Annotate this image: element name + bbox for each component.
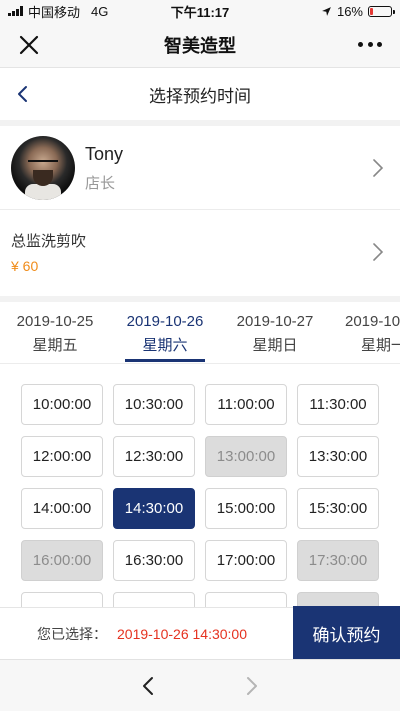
page-title: 选择预约时间 [149,86,251,106]
status-left: 中国移动 4G [8,2,158,21]
battery-level [370,7,374,15]
time-slot-disabled: 13:00:00 [205,436,287,477]
time-slot[interactable]: 15:30:00 [297,488,379,529]
time-slot[interactable]: 18:00:00 [21,592,103,607]
time-slot[interactable]: 17:00:00 [205,540,287,581]
avatar [11,136,75,200]
time-slot[interactable]: 16:30:00 [113,540,195,581]
time-slot[interactable]: 10:30:00 [113,384,195,425]
date-tab-active[interactable]: 2019-10-26 星期六 [115,302,215,363]
stylist-row[interactable]: Tony 店长 [0,126,400,210]
network-label: 4G [91,3,109,19]
date-tabs: 2019-10-25 星期五 2019-10-26 星期六 2019-10-27… [0,302,400,364]
chevron-left-icon[interactable] [12,82,34,106]
status-right: 16% [242,3,395,19]
location-arrow-icon [322,6,331,16]
back-arrow-icon[interactable] [138,674,158,698]
date-tab[interactable]: 2019-10-27 星期日 [225,302,325,363]
service-row[interactable] [0,210,400,296]
selection-label: 您已选择： [37,625,107,642]
time-slot[interactable]: 12:30:00 [113,436,195,477]
date-tab-weekday: 星期五 [32,337,78,354]
time-slot-disabled: 17:30:00 [297,540,379,581]
time-slot-selected[interactable]: 14:30:00 [113,488,195,529]
title-bar: 智美造型 [0,22,400,68]
date-tab-weekday: 星期一 [361,337,400,354]
confirm-booking-button[interactable]: 确认预约 [293,606,400,660]
more-icon[interactable] [358,32,382,56]
battery-percent: 16% [336,3,363,19]
date-tab-date: 2019-10-25 [16,313,94,330]
stylist-role: 店长 [85,175,116,192]
sub-header: 选择预约时间 [0,68,400,120]
time-slot[interactable]: 11:00:00 [205,384,287,425]
service-price: ¥ 60 [11,258,39,274]
date-tab-date: 2019-10-27 [236,313,314,330]
time-slots-grid: 10:00:00 10:30:00 11:00:00 11:30:00 12:00:00… [21,384,381,607]
time-slot[interactable]: 11:30:00 [297,384,379,425]
date-tab[interactable]: 2019-10 星期一 [335,302,400,363]
app-title: 智美造型 [164,35,236,56]
browser-toolbar [0,659,400,711]
chevron-right-icon[interactable] [372,242,384,262]
service-name: 总监洗剪吹 [11,233,87,250]
stylist-name: Tony [85,144,124,164]
selection-value: 2019-10-26 14:30:00 [117,625,247,642]
date-tab-date: 2019-10 [345,313,400,330]
time-slot[interactable]: 12:00:00 [21,436,103,477]
battery-icon [368,5,395,17]
stylist-card: Tony 店长 总监洗剪吹 ¥ 60 [0,126,400,296]
time-slot-disabled: 19:30:00 [297,592,379,607]
date-tab-weekday: 星期六 [142,337,188,354]
time-slot[interactable]: 19:00:00 [205,592,287,607]
selection-bar: 您已选择： 2019-10-26 14:30:00 确认预约 [0,606,400,660]
chevron-right-icon[interactable] [372,158,384,178]
time-slot[interactable]: 14:00:00 [21,488,103,529]
status-bar: 中国移动 4G 下午11:17 16% [0,0,400,22]
date-tab[interactable]: 2019-10-25 星期五 [5,302,105,363]
date-tab-weekday: 星期日 [252,337,298,354]
time-slot[interactable]: 10:00:00 [21,384,103,425]
time-slots-area: 10:00:00 10:30:00 11:00:00 11:30:00 12:00:00… [0,364,400,607]
carrier-label: 中国移动 [28,4,81,20]
status-time: 下午11:17 [170,4,230,20]
forward-arrow-icon[interactable] [242,674,262,698]
close-icon[interactable] [18,34,40,56]
time-slot[interactable]: 18:30:00 [113,592,195,607]
time-slot[interactable]: 15:00:00 [205,488,287,529]
time-slot-disabled: 16:00:00 [21,540,103,581]
time-slot[interactable]: 13:30:00 [297,436,379,477]
date-tab-date: 2019-10-26 [126,313,204,330]
signal-icon [8,6,23,16]
